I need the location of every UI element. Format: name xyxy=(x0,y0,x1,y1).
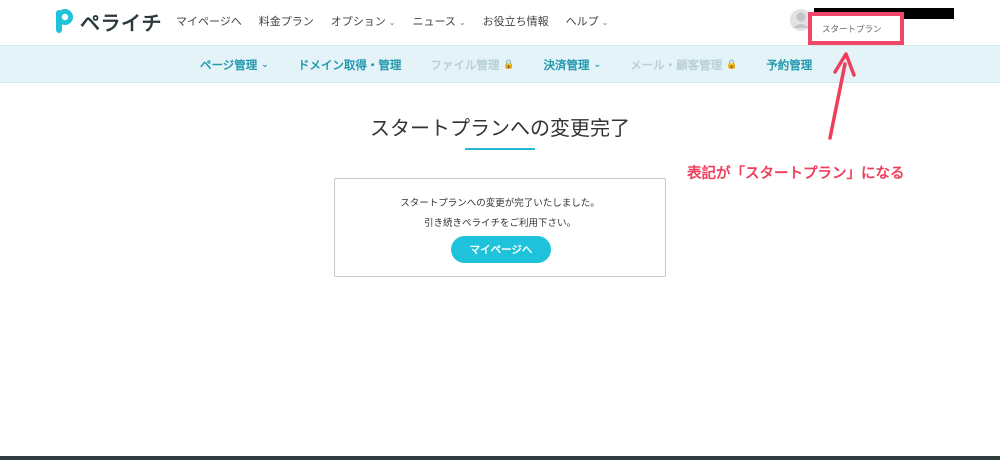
continue-message: 引き続きペライチをご利用下さい。 xyxy=(423,218,576,229)
chevron-down-icon: ⌄ xyxy=(601,17,609,27)
nav-news[interactable]: ニュース ⌄ xyxy=(412,13,465,29)
nav-tips[interactable]: お役立ち情報 xyxy=(483,13,549,29)
subnav-label: 決済管理 xyxy=(543,58,590,72)
top-navigation: マイページへ 料金プラン オプション ⌄ ニュース ⌄ お役立ち情報 ヘルプ ⌄ xyxy=(176,13,608,29)
subnav-label: メール・顧客管理 xyxy=(630,58,723,72)
nav-label: ニュース xyxy=(412,15,456,28)
footer-bar xyxy=(0,456,1000,460)
subnav-mail-customer-management: メール・顧客管理 🔒 xyxy=(630,57,737,73)
nav-label: お役立ち情報 xyxy=(482,15,549,28)
subnav-reservation-management[interactable]: 予約管理 xyxy=(766,57,812,73)
annotation-text: 表記が「スタートプラン」になる xyxy=(687,166,905,182)
completion-card: スタートプランへの変更が完了いたしました。 引き続きペライチをご利用下さい。 マ… xyxy=(334,178,666,277)
logo-mark-icon xyxy=(56,9,73,33)
subnav-label: ファイル管理 xyxy=(430,58,500,72)
annotation-arrow-icon xyxy=(828,52,856,140)
logo-text: ペライチ xyxy=(80,10,162,35)
subnav-payment-management[interactable]: 決済管理 ⌄ xyxy=(544,57,602,73)
chevron-down-icon: ⌄ xyxy=(458,17,466,27)
subnav-label: ドメイン取得・管理 xyxy=(297,58,402,72)
nav-label: 料金プラン xyxy=(258,15,314,28)
nav-label: ヘルプ xyxy=(565,15,599,28)
subnav-file-management: ファイル管理 🔒 xyxy=(430,57,514,73)
subnav-page-management[interactable]: ページ管理 ⌄ xyxy=(200,57,269,73)
subnav-label: 予約管理 xyxy=(766,58,813,72)
subnav-label: ページ管理 xyxy=(200,58,258,72)
current-plan-label[interactable]: スタートプラン xyxy=(822,23,882,35)
mypage-button[interactable]: マイページへ xyxy=(451,236,551,263)
nav-pricing[interactable]: 料金プラン xyxy=(259,13,314,29)
nav-options[interactable]: オプション ⌄ xyxy=(331,13,396,29)
subnav-domain-management[interactable]: ドメイン取得・管理 xyxy=(298,57,402,73)
completion-message: スタートプランへの変更が完了いたしました。 xyxy=(400,198,600,209)
nav-mypage[interactable]: マイページへ xyxy=(176,13,242,29)
chevron-down-icon: ⌄ xyxy=(593,60,602,70)
peraichi-logo[interactable]: ペライチ xyxy=(55,6,162,36)
lock-icon: 🔒 xyxy=(726,60,738,70)
nav-label: オプション xyxy=(330,15,386,28)
lock-icon: 🔒 xyxy=(503,60,515,70)
nav-help[interactable]: ヘルプ ⌄ xyxy=(566,13,609,29)
nav-label: マイページへ xyxy=(176,15,242,28)
title-underline xyxy=(465,148,535,150)
chevron-down-icon: ⌄ xyxy=(388,17,396,27)
chevron-down-icon: ⌄ xyxy=(261,60,269,70)
